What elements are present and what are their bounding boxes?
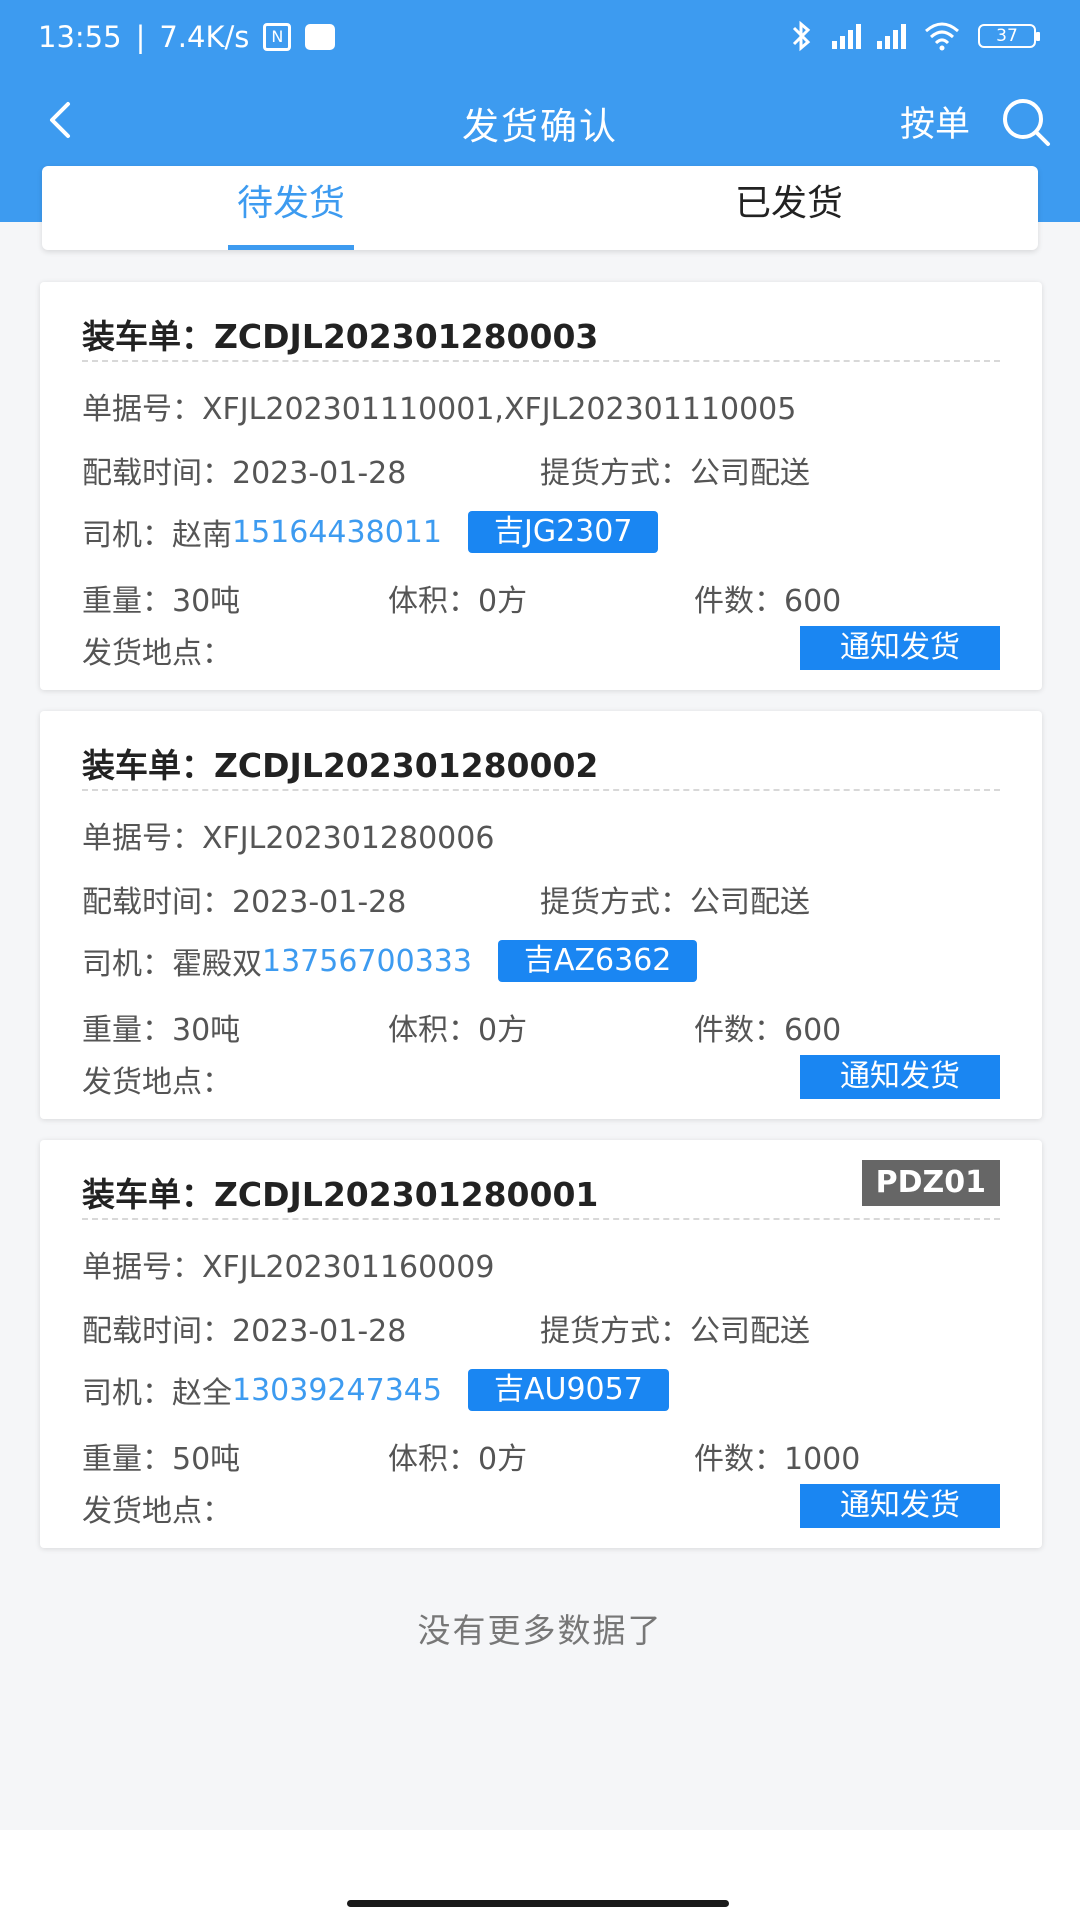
home-indicator[interactable] [347, 1900, 729, 1907]
nav-bar: 发货确认 按单 [0, 80, 1080, 160]
doc-number-value: XFJL202301280006 [202, 821, 495, 856]
pickup-method-label: 提货方式： [540, 456, 690, 491]
driver-row: 司机： 霍殿双 13756700333 吉AZ6362 [82, 939, 698, 983]
by-order-button[interactable]: 按单 [900, 96, 970, 147]
card-title-label: 装车单： [82, 746, 214, 785]
card-title-label: 装车单： [82, 1175, 214, 1214]
signal-1-icon [832, 23, 861, 49]
pickup-method-value: 公司配送 [690, 456, 810, 491]
pieces-text: 件数：600 [694, 584, 842, 619]
driver-phone-link[interactable]: 13039247345 [232, 1373, 442, 1408]
pieces-text: 件数：600 [694, 1013, 842, 1048]
driver-label: 司机： [82, 1376, 172, 1411]
card-title: 装车单：ZCDJL202301280003 [82, 310, 598, 358]
card-title-label: 装车单： [82, 317, 214, 356]
load-time-row: 配载时间：2023-01-28 [82, 877, 406, 921]
loading-order-card[interactable]: 装车单：ZCDJL202301280001 PDZ01 单据号：XFJL2023… [40, 1140, 1042, 1548]
pickup-method-row: 提货方式：公司配送 [540, 877, 810, 921]
notify-ship-button[interactable]: 通知发货 [800, 1055, 1000, 1099]
doc-number-row: 单据号：XFJL202301110001,XFJL202301110005 [82, 384, 796, 428]
tab-shipped[interactable]: 已发货 [540, 166, 1038, 250]
driver-name: 赵全 [172, 1376, 232, 1411]
plate-badge: 吉AZ6362 [497, 940, 698, 982]
pickup-method-value: 公司配送 [690, 885, 810, 920]
card-title-value: ZCDJL202301280003 [214, 317, 599, 356]
status-divider: | [135, 20, 146, 54]
load-time-value: 2023-01-28 [232, 456, 407, 491]
status-bar: 13:55 | 7.4K/s N 37 [0, 0, 1080, 80]
tab-pending[interactable]: 待发货 [42, 166, 540, 250]
volume-text: 体积：0方 [388, 1442, 528, 1477]
pickup-method-label: 提货方式： [540, 1314, 690, 1349]
loading-order-card[interactable]: 装车单：ZCDJL202301280003 单据号：XFJL2023011100… [40, 282, 1042, 690]
notify-ship-button[interactable]: 通知发货 [800, 1484, 1000, 1528]
doc-number-value: XFJL202301160009 [202, 1250, 495, 1285]
doc-number-value: XFJL202301110001,XFJL202301110005 [202, 392, 797, 427]
pieces-text: 件数：1000 [694, 1442, 861, 1477]
loading-order-card[interactable]: 装车单：ZCDJL202301280002 单据号：XFJL2023012800… [40, 711, 1042, 1119]
load-time-value: 2023-01-28 [232, 885, 407, 920]
load-time-row: 配载时间：2023-01-28 [82, 1306, 406, 1350]
card-title: 装车单：ZCDJL202301280001 [82, 1168, 598, 1216]
card-title: 装车单：ZCDJL202301280002 [82, 739, 598, 787]
volume-text: 体积：0方 [388, 584, 528, 619]
pickup-method-row: 提货方式：公司配送 [540, 448, 810, 492]
tab-bar: 待发货 已发货 [42, 166, 1038, 250]
notify-ship-button[interactable]: 通知发货 [800, 626, 1000, 670]
battery-icon: 37 [978, 24, 1040, 48]
driver-label: 司机： [82, 947, 172, 982]
page: 13:55 | 7.4K/s N 37 发货确认 按单 待发货 已发货 装车单：… [0, 0, 1080, 1920]
order-tag-badge: PDZ01 [861, 1160, 1000, 1206]
location-label: 发货地点： [82, 1494, 232, 1529]
status-time: 13:55 [38, 20, 122, 54]
driver-label: 司机： [82, 518, 172, 553]
driver-row: 司机： 赵全 13039247345 吉AU9057 [82, 1368, 669, 1412]
card-title-value: ZCDJL202301280001 [214, 1175, 599, 1214]
doc-number-row: 单据号：XFJL202301160009 [82, 1242, 494, 1286]
doc-number-label: 单据号： [82, 1250, 202, 1285]
card-title-value: ZCDJL202301280002 [214, 746, 599, 785]
loading-order-list: 装车单：ZCDJL202301280003 单据号：XFJL2023011100… [40, 282, 1042, 1569]
app-notification-icon [305, 24, 336, 50]
driver-name: 霍殿双 [172, 947, 262, 982]
pickup-method-value: 公司配送 [690, 1314, 810, 1349]
load-time-label: 配载时间： [82, 1314, 232, 1349]
pickup-method-label: 提货方式： [540, 885, 690, 920]
bluetooth-icon [792, 20, 811, 52]
doc-number-label: 单据号： [82, 821, 202, 856]
weight-text: 重量：30吨 [82, 1013, 241, 1048]
weight-text: 重量：30吨 [82, 584, 241, 619]
nfc-icon: N [263, 23, 292, 51]
weight-text: 重量：50吨 [82, 1442, 241, 1477]
card-divider [82, 789, 1000, 791]
doc-number-row: 单据号：XFJL202301280006 [82, 813, 494, 857]
doc-number-label: 单据号： [82, 392, 202, 427]
location-label: 发货地点： [82, 636, 232, 671]
wifi-icon [925, 22, 959, 51]
signal-2-icon [877, 23, 906, 49]
plate-badge: 吉AU9057 [467, 1369, 669, 1411]
load-time-label: 配载时间： [82, 456, 232, 491]
load-time-label: 配载时间： [82, 885, 232, 920]
driver-row: 司机： 赵南 15164438011 吉JG2307 [82, 510, 659, 554]
load-time-row: 配载时间：2023-01-28 [82, 448, 406, 492]
location-label: 发货地点： [82, 1065, 232, 1100]
driver-name: 赵南 [172, 518, 232, 553]
status-left: 13:55 | 7.4K/s N [38, 20, 336, 54]
driver-phone-link[interactable]: 15164438011 [232, 515, 442, 550]
no-more-data-text: 没有更多数据了 [417, 1611, 663, 1650]
plate-badge: 吉JG2307 [467, 511, 659, 553]
pickup-method-row: 提货方式：公司配送 [540, 1306, 810, 1350]
card-divider [82, 1218, 1000, 1220]
load-time-value: 2023-01-28 [232, 1314, 407, 1349]
status-right: 37 [786, 20, 1040, 52]
volume-text: 体积：0方 [388, 1013, 528, 1048]
card-divider [82, 360, 1000, 362]
status-speed: 7.4K/s [159, 20, 250, 54]
driver-phone-link[interactable]: 13756700333 [262, 944, 472, 979]
search-icon[interactable] [998, 94, 1054, 150]
